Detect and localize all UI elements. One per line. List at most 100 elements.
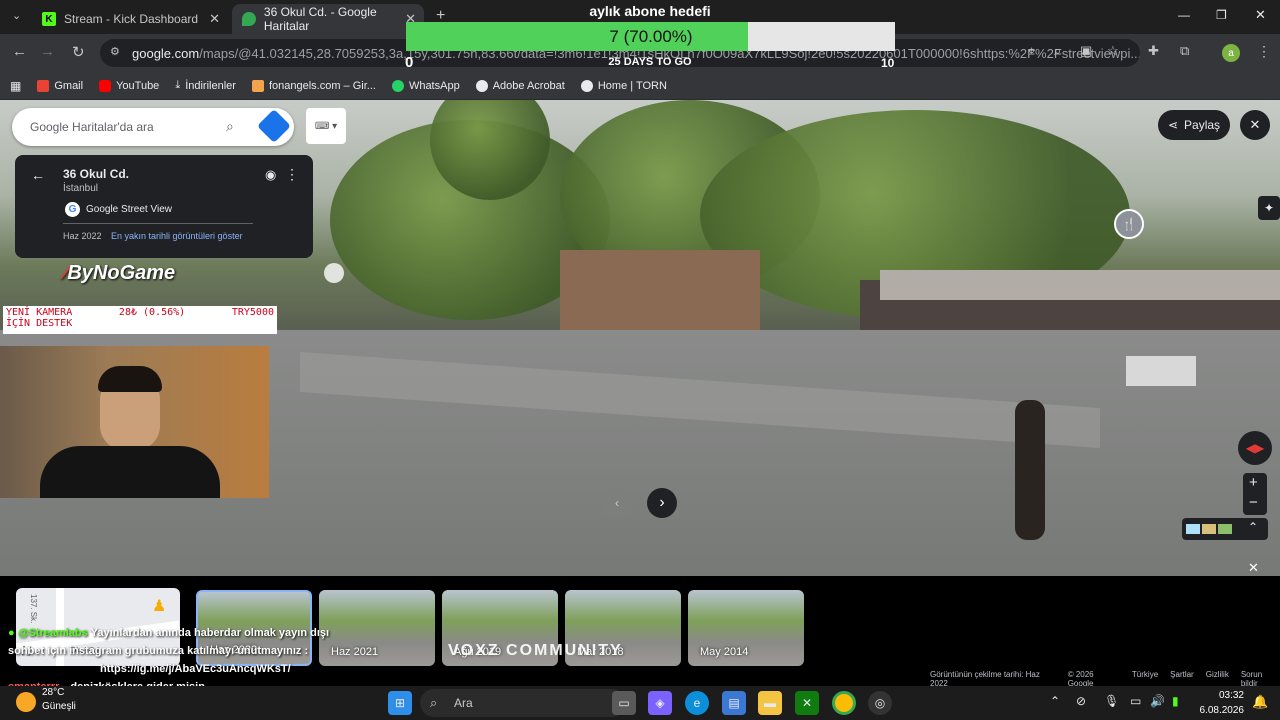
minimize-icon[interactable]: —: [1178, 8, 1190, 22]
goal-title: aylık abone hedefi: [589, 3, 711, 19]
system-clock[interactable]: 03:32 6.08.2026: [1200, 688, 1245, 718]
next-arrow-icon[interactable]: ›: [647, 488, 677, 518]
sponsor-logo: ⁄ByNoGame: [64, 262, 176, 284]
fonangels-icon: [251, 79, 264, 92]
bookmark-fonangels[interactable]: fonangels.com – Gir...: [251, 79, 376, 92]
sparkle-icon[interactable]: ✦: [1258, 196, 1280, 220]
profile-avatar[interactable]: a: [1222, 44, 1240, 62]
windows-taskbar: 28°C Güneşli ⊞ ⌕ Ara ▭ ◈ e ▤ ▬ ✕ ◎ ⌃ ⊘ 🎙…: [0, 686, 1280, 720]
globe-icon: [475, 79, 488, 92]
store-icon[interactable]: ▤: [722, 691, 746, 715]
streamer-body: [40, 446, 220, 498]
map-street-label: 137. Sk.: [29, 594, 38, 624]
taskbar-search[interactable]: ⌕ Ara: [420, 689, 626, 717]
bookmark-star-icon[interactable]: ☆: [1107, 43, 1119, 59]
windows-start-icon[interactable]: ⊞: [388, 691, 412, 715]
more-options-icon[interactable]: ⋮: [285, 166, 299, 183]
building-roof: [880, 270, 1280, 300]
tab-label: Stream - Kick Dashboard: [64, 12, 199, 26]
search-icon: ⌕: [430, 695, 438, 710]
tab-search-chevron-icon[interactable]: ⌄: [12, 9, 21, 22]
keyboard-icon: ⌨ ▾: [314, 120, 338, 132]
task-view-icon[interactable]: ▭: [612, 691, 636, 715]
directions-icon[interactable]: [257, 109, 291, 143]
obs-icon[interactable]: ◎: [868, 691, 892, 715]
chevron-up-icon[interactable]: ⌃: [1248, 520, 1258, 534]
tab-label: 36 Okul Cd. - Google Haritalar: [263, 5, 377, 33]
goal-progress-bar: 7 (70.00%): [406, 22, 895, 51]
site-info-icon[interactable]: ⚙: [110, 45, 120, 58]
thumbnail-may-2014[interactable]: May 2014: [688, 590, 804, 666]
chevron-up-icon[interactable]: ⌃: [1050, 694, 1060, 708]
donation-amount: 28₺ (0.56%): [118, 307, 186, 318]
torn-icon: [580, 79, 593, 92]
back-icon[interactable]: ←: [12, 43, 27, 60]
goal-min-label: 0: [405, 54, 414, 71]
bookmark-adobe-acrobat[interactable]: Adobe Acrobat: [475, 79, 565, 92]
place-subtitle: İstanbul: [63, 183, 99, 194]
bookmarks-bar: ▦ Gmail YouTube ⤓ İndirilenler fonangels.…: [0, 72, 1280, 100]
search-icon[interactable]: ⌕: [226, 118, 234, 135]
notification-bell-icon[interactable]: 🔔: [1252, 694, 1268, 710]
location-icon[interactable]: ⌖: [1028, 43, 1035, 59]
apps-grid-icon[interactable]: ▦: [10, 79, 21, 93]
reload-icon[interactable]: ↻: [72, 43, 85, 61]
microphone-icon[interactable]: 🎙: [1104, 694, 1119, 708]
camera-circle-icon[interactable]: [324, 263, 344, 283]
previous-arrow-icon[interactable]: ‹: [602, 488, 632, 518]
tab-kick-dashboard[interactable]: K Stream - Kick Dashboard ✕: [32, 4, 228, 34]
restaurant-icon[interactable]: 🍴: [1114, 209, 1144, 239]
maximize-icon[interactable]: ❐: [1216, 8, 1227, 22]
volume-icon[interactable]: 🔊: [1150, 694, 1165, 708]
capture-date: Haz 2022: [63, 231, 102, 241]
forward-icon[interactable]: →: [40, 43, 55, 60]
zoom-icon[interactable]: ⌕: [1054, 43, 1061, 59]
weather-widget[interactable]: 28°C Güneşli: [42, 686, 76, 714]
location-pin-icon[interactable]: ◉: [265, 167, 276, 183]
streamer-hair: [98, 366, 162, 392]
bookmark-whatsapp[interactable]: WhatsApp: [391, 79, 460, 92]
maps-pin-icon: [242, 12, 256, 26]
bookmark-youtube[interactable]: YouTube: [99, 79, 159, 92]
close-street-view-icon[interactable]: ✕: [1240, 110, 1270, 140]
place-title: 36 Okul Cd.: [63, 167, 130, 181]
network-icon[interactable]: ▭: [1130, 694, 1141, 708]
latest-imagery-link[interactable]: En yakın tarihli görüntüleri göster: [111, 231, 243, 241]
bookmark-downloads[interactable]: ⤓ İndirilenler: [175, 79, 236, 92]
share-icon: ⋖: [1167, 118, 1179, 132]
maps-search-box[interactable]: Google Haritalar'da ara ⌕: [12, 108, 294, 146]
file-explorer-icon[interactable]: ▬: [758, 691, 782, 715]
layers-control[interactable]: ⌃: [1182, 518, 1268, 540]
zoom-in-icon[interactable]: +: [1249, 474, 1258, 491]
close-window-icon[interactable]: ✕: [1255, 7, 1266, 23]
edge-icon[interactable]: e: [685, 691, 709, 715]
share-button[interactable]: ⋖ Paylaş: [1158, 110, 1230, 140]
install-app-icon[interactable]: ▣: [1080, 43, 1092, 59]
chat-message: ● @Streamlabs Yayınlardan anında haberda…: [8, 624, 368, 660]
tab-google-maps[interactable]: 36 Okul Cd. - Google Haritalar ✕: [232, 4, 424, 34]
search-input[interactable]: Google Haritalar'da ara: [30, 120, 154, 134]
kick-icon: K: [42, 12, 56, 26]
extension-icon[interactable]: ✚: [1148, 43, 1159, 59]
battery-icon[interactable]: ▮: [1172, 694, 1179, 708]
input-tools-button[interactable]: ⌨ ▾: [306, 108, 346, 144]
compass-icon[interactable]: ◀▶: [1238, 431, 1272, 465]
copilot-icon[interactable]: ◈: [648, 691, 672, 715]
zoom-out-icon[interactable]: −: [1249, 494, 1258, 511]
close-strip-icon[interactable]: ✕: [1248, 560, 1259, 576]
goal-days-label: 25 DAYS TO GO: [608, 56, 692, 68]
bookmark-gmail[interactable]: Gmail: [37, 79, 83, 92]
extensions-puzzle-icon[interactable]: ⧉: [1180, 43, 1189, 59]
pegman-icon[interactable]: ♟: [152, 596, 166, 616]
donation-goal-label: YENİ KAMERA: [6, 307, 73, 318]
notifications-off-icon[interactable]: ⊘: [1076, 694, 1086, 708]
building: [560, 250, 760, 330]
back-arrow-icon[interactable]: ←: [31, 167, 45, 183]
xbox-icon[interactable]: ✕: [795, 691, 819, 715]
menu-kebab-icon[interactable]: ⋮: [1257, 43, 1271, 60]
bookmark-torn[interactable]: Home | TORN: [580, 79, 667, 92]
close-tab-icon[interactable]: ✕: [209, 11, 220, 27]
goal-max-label: 10: [881, 56, 895, 70]
chrome-icon[interactable]: [832, 691, 856, 715]
weather-sun-icon[interactable]: [16, 692, 36, 712]
